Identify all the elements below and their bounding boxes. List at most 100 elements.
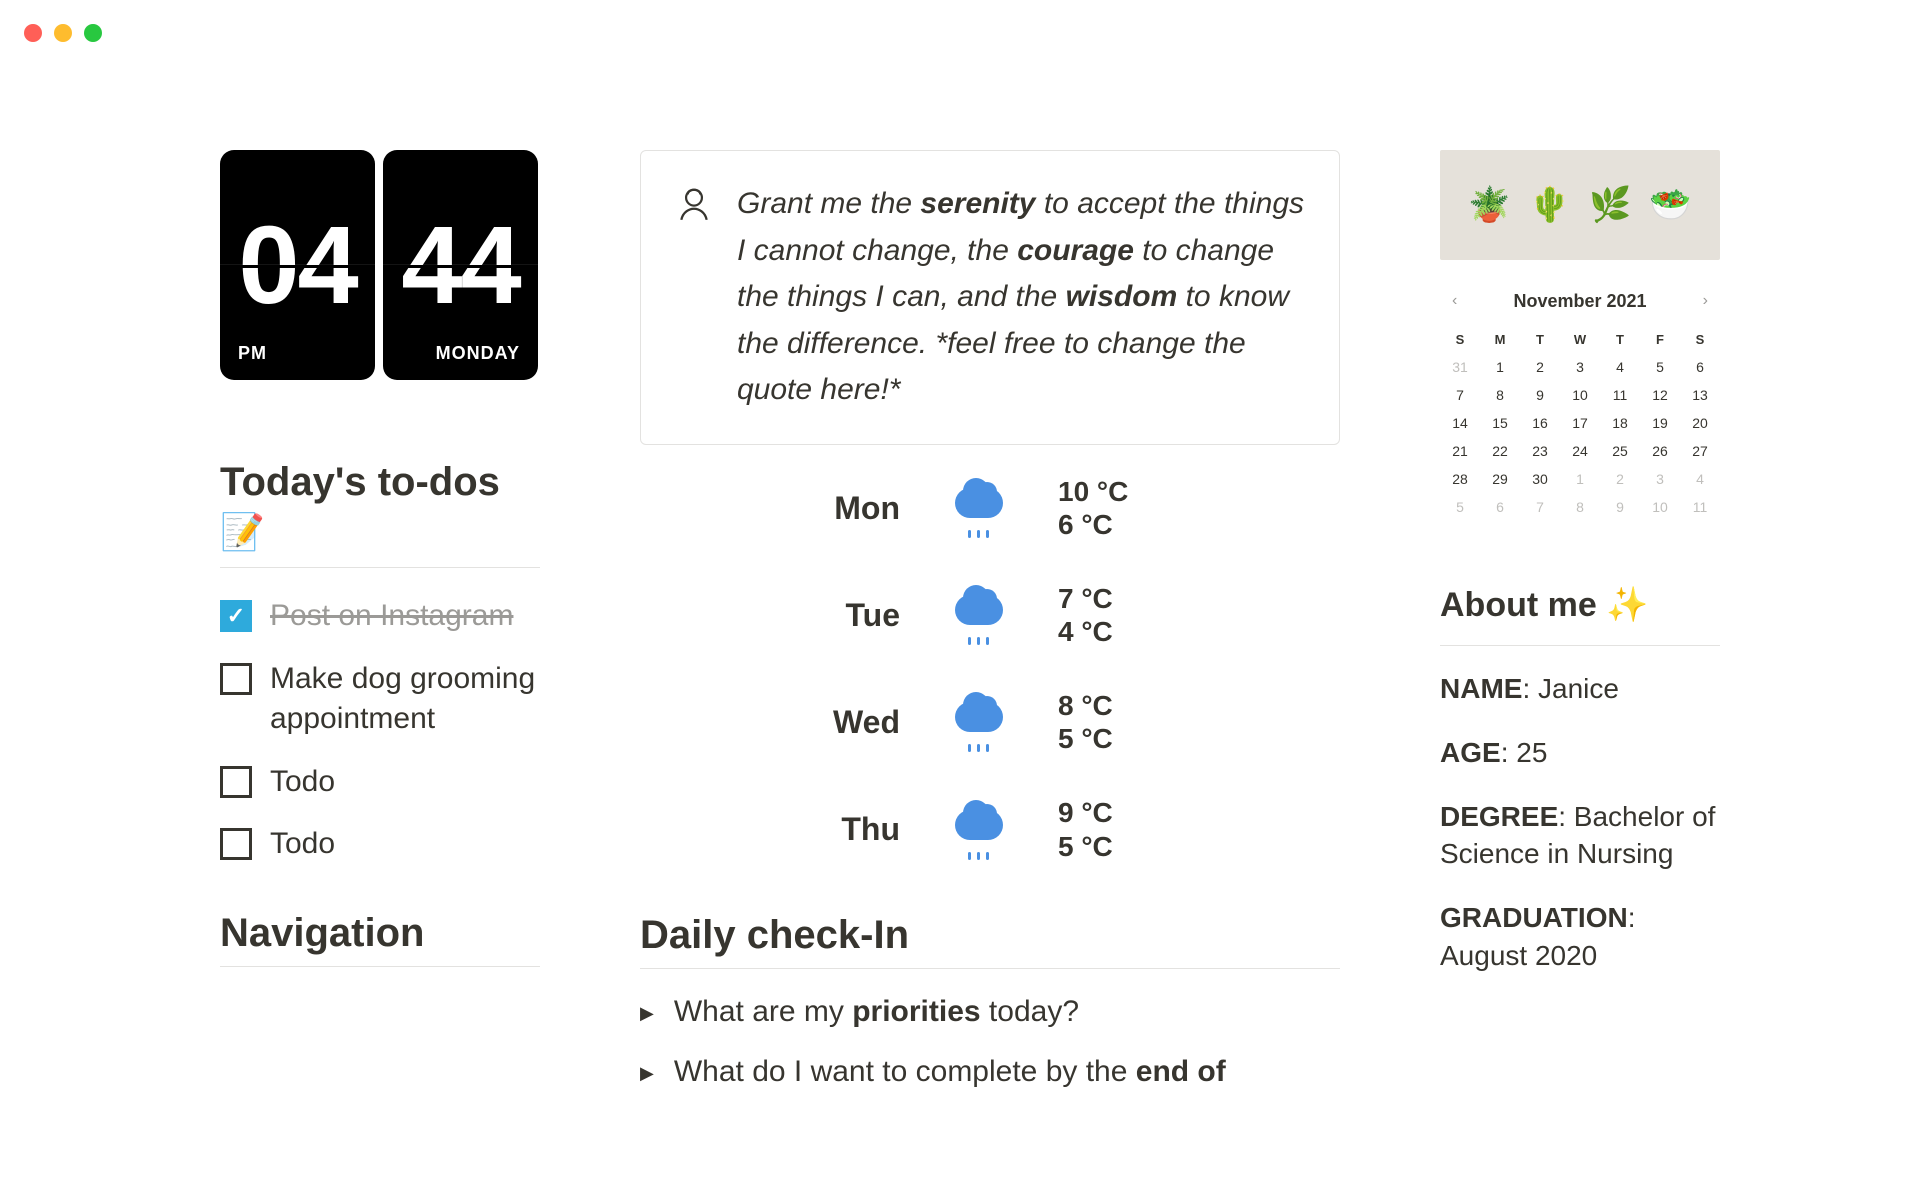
calendar-day[interactable]: 15 (1480, 415, 1520, 431)
calendar-next-icon[interactable]: › (1695, 288, 1716, 314)
rain-cloud-icon (950, 595, 1008, 635)
calendar-day[interactable]: 10 (1560, 387, 1600, 403)
calendar-day[interactable]: 4 (1600, 359, 1640, 375)
calendar-day[interactable]: 30 (1520, 471, 1560, 487)
close-dot-icon[interactable] (24, 24, 42, 42)
calendar-dow: T (1520, 332, 1560, 347)
calendar-day[interactable]: 19 (1640, 415, 1680, 431)
person-icon (675, 185, 713, 414)
about-heading: About me ✨ (1440, 585, 1720, 625)
calendar-day[interactable]: 22 (1480, 443, 1520, 459)
maximize-dot-icon[interactable] (84, 24, 102, 42)
calendar-day[interactable]: 31 (1440, 359, 1480, 375)
calendar-day[interactable]: 20 (1680, 415, 1720, 431)
calendar-day[interactable]: 16 (1520, 415, 1560, 431)
calendar-dow: S (1680, 332, 1720, 347)
calendar-day[interactable]: 21 (1440, 443, 1480, 459)
clock-hour: 04 (238, 202, 356, 329)
rain-cloud-icon (950, 810, 1008, 850)
todo-item[interactable]: Todo (220, 824, 540, 865)
window-traffic-lights (24, 24, 102, 42)
calendar-month: November 2021 (1513, 291, 1646, 312)
clock-ampm: PM (238, 343, 267, 364)
divider (640, 968, 1340, 969)
calendar-day[interactable]: 8 (1560, 499, 1600, 515)
triangle-right-icon: ▶ (640, 1003, 654, 1024)
triangle-right-icon: ▶ (640, 1063, 654, 1084)
calendar-day[interactable]: 13 (1680, 387, 1720, 403)
calendar-dow: F (1640, 332, 1680, 347)
about-item: DEGREE: Bachelor of Science in Nursing (1440, 798, 1720, 874)
memo-icon: 📝 (220, 511, 540, 553)
minimize-dot-icon[interactable] (54, 24, 72, 42)
weather-widget: Mon10 °C6 °CTue7 °C4 °CWed8 °C5 °CThu9 °… (640, 475, 1340, 864)
about-item: GRADUATION: August 2020 (1440, 899, 1720, 975)
calendar-day[interactable]: 9 (1600, 499, 1640, 515)
checkbox[interactable] (220, 600, 252, 632)
toggle-item[interactable]: ▶What do I want to complete by the end o… (640, 1055, 1340, 1089)
weather-day: Wed (820, 704, 900, 741)
calendar-day[interactable]: 3 (1640, 471, 1680, 487)
checkbox[interactable] (220, 663, 252, 695)
calendar-day[interactable]: 23 (1520, 443, 1560, 459)
calendar-day[interactable]: 12 (1640, 387, 1680, 403)
calendar-header: ‹ November 2021 › (1440, 288, 1720, 314)
calendar-day[interactable]: 18 (1600, 415, 1640, 431)
calendar-day[interactable]: 7 (1520, 499, 1560, 515)
calendar-day[interactable]: 27 (1680, 443, 1720, 459)
calendar-day[interactable]: 2 (1520, 359, 1560, 375)
calendar-day[interactable]: 4 (1680, 471, 1720, 487)
calendar-day[interactable]: 8 (1480, 387, 1520, 403)
clock-minute-tile: 44 MONDAY (383, 150, 538, 380)
todo-item[interactable]: Post on Instagram (220, 596, 540, 637)
calendar-day[interactable]: 14 (1440, 415, 1480, 431)
calendar-day[interactable]: 1 (1560, 471, 1600, 487)
calendar-day[interactable]: 2 (1600, 471, 1640, 487)
plant-icon: 🌵 (1529, 185, 1571, 225)
weather-day: Thu (820, 811, 900, 848)
todos-heading: Today's to-dos (220, 460, 540, 505)
weather-temps: 9 °C5 °C (1058, 796, 1113, 863)
todo-item[interactable]: Todo (220, 762, 540, 803)
calendar-day[interactable]: 3 (1560, 359, 1600, 375)
clock-day: MONDAY (436, 343, 520, 364)
calendar-day[interactable]: 29 (1480, 471, 1520, 487)
todo-text: Post on Instagram (270, 596, 513, 637)
about-list: NAME: JaniceAGE: 25DEGREE: Bachelor of S… (1440, 670, 1720, 975)
checkbox[interactable] (220, 766, 252, 798)
divider (220, 966, 540, 967)
quote-callout[interactable]: Grant me the serenity to accept the thin… (640, 150, 1340, 445)
clock-minute: 44 (401, 202, 519, 329)
calendar-day[interactable]: 6 (1680, 359, 1720, 375)
toggle-item[interactable]: ▶ What are my priorities today? (640, 995, 1340, 1029)
calendar-day[interactable]: 7 (1440, 387, 1480, 403)
calendar-dow: S (1440, 332, 1480, 347)
calendar-day[interactable]: 28 (1440, 471, 1480, 487)
calendar-day[interactable]: 26 (1640, 443, 1680, 459)
calendar-day[interactable]: 25 (1600, 443, 1640, 459)
weather-temps: 10 °C6 °C (1058, 475, 1128, 542)
calendar-day[interactable]: 6 (1480, 499, 1520, 515)
calendar-day[interactable]: 5 (1440, 499, 1480, 515)
calendar-day[interactable]: 24 (1560, 443, 1600, 459)
weather-row: Tue7 °C4 °C (820, 582, 1340, 649)
plant-banner: 🪴 🌵 🌿 🥗 (1440, 150, 1720, 260)
calendar-day[interactable]: 11 (1600, 387, 1640, 403)
checkbox[interactable] (220, 828, 252, 860)
about-item: AGE: 25 (1440, 734, 1720, 772)
divider (1440, 645, 1720, 646)
weather-temps: 7 °C4 °C (1058, 582, 1113, 649)
calendar-day[interactable]: 10 (1640, 499, 1680, 515)
weather-day: Mon (820, 490, 900, 527)
todo-item[interactable]: Make dog grooming appointment (220, 659, 540, 740)
calendar-day[interactable]: 5 (1640, 359, 1680, 375)
weather-row: Thu 9 °C5 °C (820, 796, 1340, 863)
plant-icon: 🌿 (1589, 185, 1631, 225)
calendar-prev-icon[interactable]: ‹ (1444, 288, 1465, 314)
calendar-day[interactable]: 1 (1480, 359, 1520, 375)
calendar-day[interactable]: 9 (1520, 387, 1560, 403)
clock-hour-tile: 04 PM (220, 150, 375, 380)
calendar-day[interactable]: 11 (1680, 499, 1720, 515)
calendar-day[interactable]: 17 (1560, 415, 1600, 431)
toggle-text: What are my priorities today? (674, 995, 1079, 1029)
